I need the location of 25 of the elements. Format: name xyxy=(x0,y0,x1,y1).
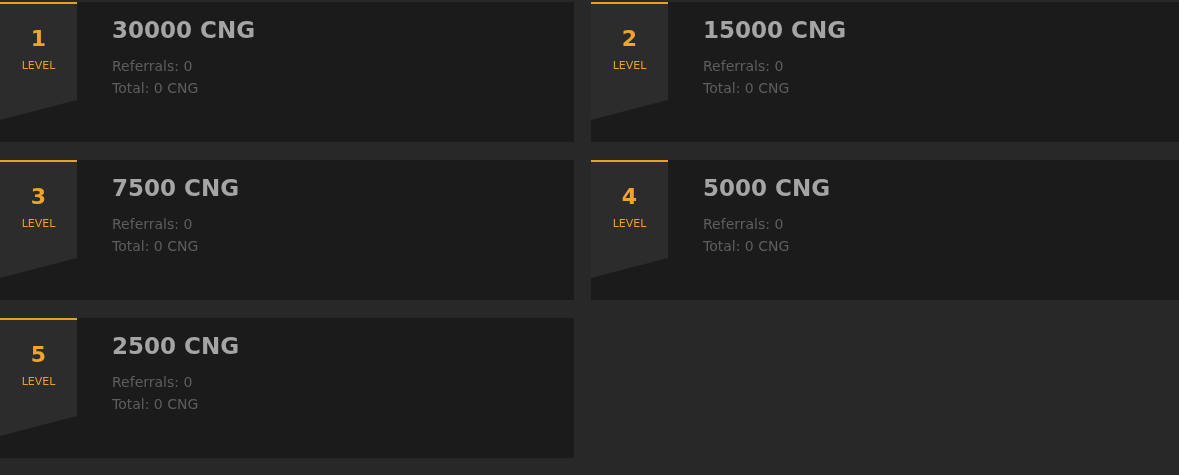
total-amount: Total: 0 CNG xyxy=(703,237,791,256)
referrals-count: Referrals: 0 xyxy=(112,373,194,392)
level-number: 2 xyxy=(621,25,638,53)
level-number: 3 xyxy=(30,183,47,211)
reward-amount: 30000 CNG xyxy=(112,16,256,45)
level-number: 1 xyxy=(30,25,47,53)
level-number: 5 xyxy=(30,341,47,369)
reward-amount: 15000 CNG xyxy=(703,16,847,45)
level-label: LEVEL xyxy=(612,58,647,74)
reward-amount: 7500 CNG xyxy=(112,174,240,203)
total-amount: Total: 0 CNG xyxy=(112,237,200,256)
level-label: LEVEL xyxy=(21,216,56,232)
total-amount: Total: 0 CNG xyxy=(703,79,791,98)
reward-amount: 2500 CNG xyxy=(112,332,240,361)
referrals-count: Referrals: 0 xyxy=(112,215,194,234)
level-number: 4 xyxy=(621,183,638,211)
referrals-count: Referrals: 0 xyxy=(703,215,785,234)
level-label: LEVEL xyxy=(612,216,647,232)
total-amount: Total: 0 CNG xyxy=(112,79,200,98)
total-amount: Total: 0 CNG xyxy=(112,395,200,414)
reward-amount: 5000 CNG xyxy=(703,174,831,203)
level-label: LEVEL xyxy=(21,374,56,390)
referrals-count: Referrals: 0 xyxy=(703,57,785,76)
referrals-count: Referrals: 0 xyxy=(112,57,194,76)
level-label: LEVEL xyxy=(21,58,56,74)
